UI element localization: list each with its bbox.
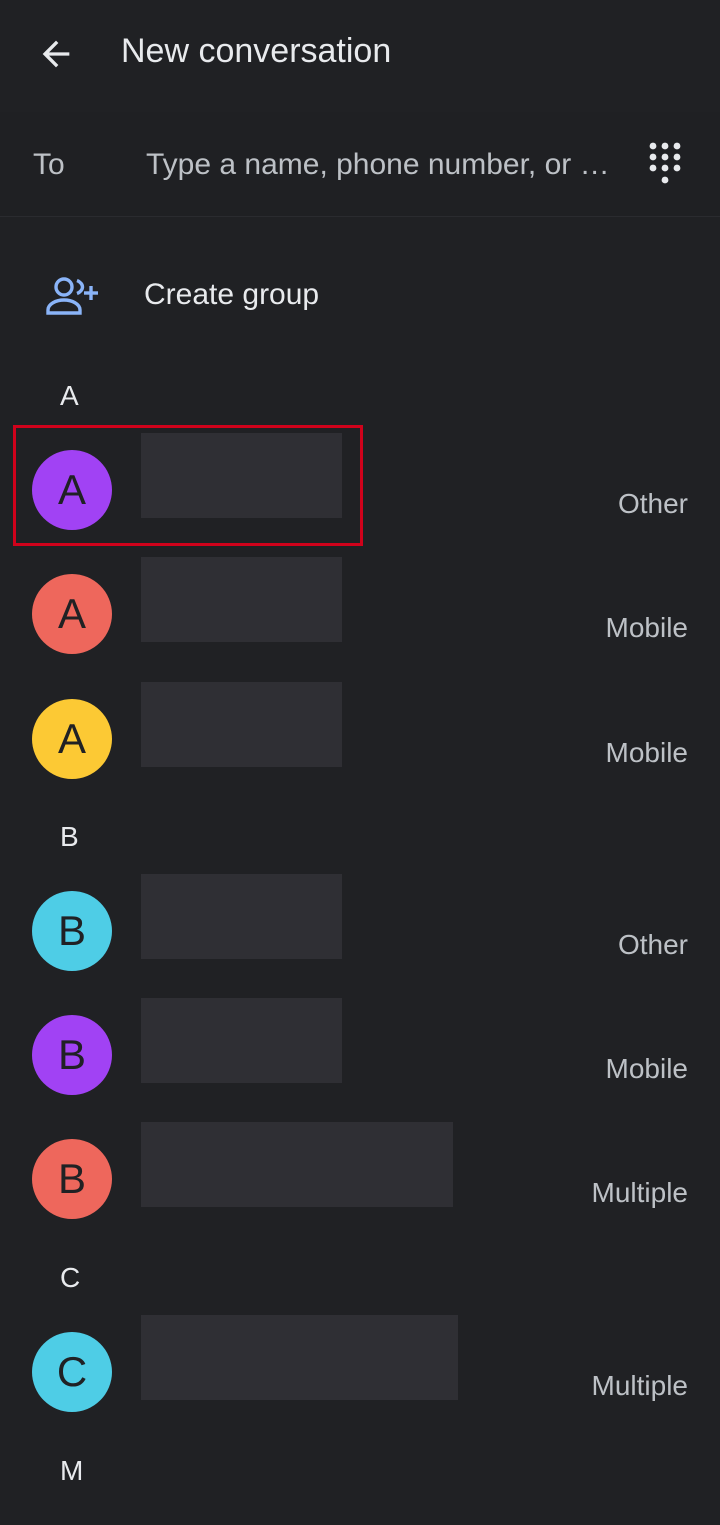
dialpad-button[interactable]	[640, 140, 690, 190]
contact-row[interactable]: A Mobile	[0, 557, 720, 674]
avatar: A	[32, 699, 112, 779]
avatar: B	[32, 891, 112, 971]
recipient-row: To	[0, 112, 720, 217]
phone-type-label: Other	[617, 488, 688, 519]
contact-row[interactable]: C Multiple	[0, 1315, 720, 1432]
contact-name-redacted	[141, 433, 342, 518]
contact-row[interactable]: A Mobile	[0, 682, 720, 799]
contact-row[interactable]: B Mobile	[0, 998, 720, 1115]
add-group-icon	[46, 277, 98, 315]
create-group-label: Create group	[144, 278, 320, 311]
avatar: C	[32, 1332, 112, 1412]
avatar: A	[32, 450, 112, 530]
page-title: New conversation	[121, 32, 392, 70]
section-header-c: C	[60, 1262, 81, 1293]
contact-row[interactable]: B Multiple	[0, 1122, 720, 1239]
avatar: B	[32, 1139, 112, 1219]
contact-row[interactable]: B Other	[0, 874, 720, 991]
section-header-a: A	[60, 380, 79, 411]
dialpad-icon	[649, 142, 681, 184]
arrow-left-icon	[42, 40, 70, 68]
to-label: To	[33, 148, 65, 181]
contact-row[interactable]: A Other	[0, 433, 720, 550]
section-header-b: B	[60, 821, 79, 852]
contact-name-redacted	[141, 1122, 453, 1207]
avatar: A	[32, 574, 112, 654]
back-button[interactable]	[26, 26, 86, 82]
phone-type-label: Mobile	[605, 1053, 688, 1084]
recipient-input[interactable]	[144, 140, 628, 190]
contact-name-redacted	[141, 998, 342, 1083]
section-header-m: M	[60, 1455, 84, 1486]
contact-name-redacted	[141, 682, 342, 767]
phone-type-label: Mobile	[605, 737, 688, 768]
phone-type-label: Multiple	[591, 1370, 688, 1401]
avatar: B	[32, 1015, 112, 1095]
phone-type-label: Other	[617, 929, 688, 960]
create-group-button[interactable]: Create group	[0, 256, 720, 340]
contact-name-redacted	[141, 557, 342, 642]
phone-type-label: Mobile	[605, 612, 688, 643]
contact-name-redacted	[141, 1315, 458, 1400]
contact-name-redacted	[141, 874, 342, 959]
app-bar: New conversation	[0, 0, 720, 106]
phone-type-label: Multiple	[591, 1177, 688, 1208]
